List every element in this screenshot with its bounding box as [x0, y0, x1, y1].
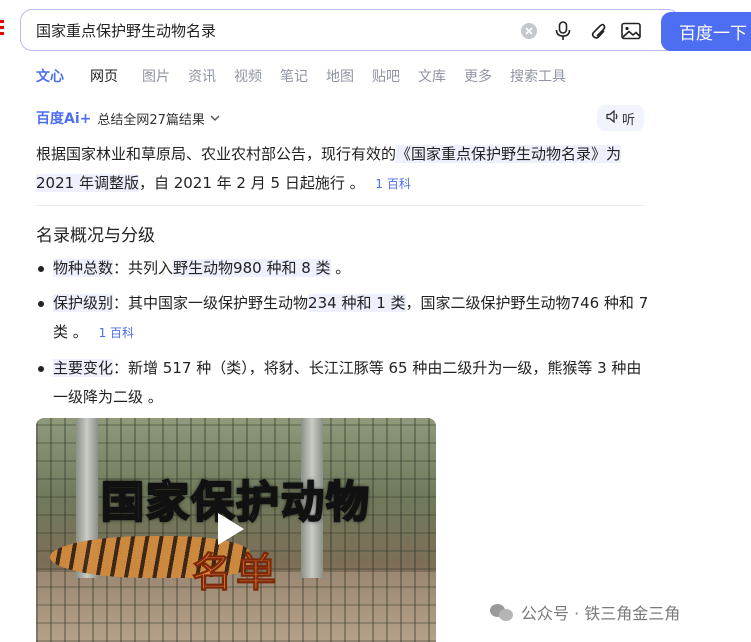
listen-button[interactable]: 听 — [597, 105, 644, 131]
video-thumbnail[interactable]: 国家保护动物 名单 — [36, 418, 436, 642]
divider — [36, 205, 644, 206]
item-key: 物种总数 — [53, 259, 114, 277]
tab-news[interactable]: 资讯 — [188, 66, 216, 88]
attachment-icon[interactable] — [587, 21, 607, 41]
ai-answer-paragraph: 根据国家林业和草原局、农业农村部公告，现行有效的《国家重点保护野生动物名录》为 … — [36, 140, 648, 199]
tab-wenxin[interactable]: 文心 — [36, 66, 64, 88]
baidu-logo-edge[interactable] — [0, 20, 4, 42]
item-key: 主要变化 — [53, 359, 114, 377]
section-title: 名录概况与分级 — [36, 226, 155, 246]
list-item: 保护级别：其中国家一级保护野生动物234 种和 1 类，国家二级保护野生动物74… — [36, 289, 651, 348]
citation-badge[interactable]: 1 百科 — [99, 326, 134, 340]
image-search-icon[interactable] — [621, 21, 641, 41]
tab-notes[interactable]: 笔记 — [280, 66, 308, 88]
search-input[interactable]: 国家重点保护野生动物名录 — [36, 21, 496, 41]
search-button[interactable]: 百度一下 — [661, 12, 751, 51]
microphone-icon[interactable] — [553, 21, 573, 41]
tab-maps[interactable]: 地图 — [326, 66, 354, 88]
video-title-line2: 名单 — [192, 550, 280, 597]
list-item: 物种总数：共列入野生动物980 种和 8 类 。 — [36, 254, 651, 283]
watermark: 公众号 · 铁三角金三角 — [490, 600, 680, 624]
baidu-ai-logo: 百度Ai+ — [36, 111, 92, 127]
tab-wenku[interactable]: 文库 — [418, 66, 446, 88]
tab-web[interactable]: 网页 — [90, 66, 118, 88]
item-key: 保护级别 — [53, 294, 114, 312]
search-tabs: 文心 网页 图片 资讯 视频 笔记 地图 贴吧 文库 更多 搜索工具 — [36, 66, 584, 88]
wechat-icon — [490, 602, 514, 622]
ai-summary-toggle[interactable]: 总结全网27篇结果 — [97, 109, 220, 128]
chevron-down-icon — [210, 112, 220, 125]
tab-tieba[interactable]: 贴吧 — [372, 66, 400, 88]
overview-list: 物种总数：共列入野生动物980 种和 8 类 。 保护级别：其中国家一级保护野生… — [36, 254, 651, 418]
listen-label: 听 — [621, 112, 635, 128]
tab-videos[interactable]: 视频 — [234, 66, 262, 88]
answer-text-end: ，自 2021 年 2 月 5 日起施行 。 — [138, 174, 365, 192]
list-item: 主要变化：新增 517 种（类），将豺、长江江豚等 65 种由二级升为一级，熊猴… — [36, 354, 651, 412]
tab-search-tools[interactable]: 搜索工具 — [510, 66, 566, 88]
ai-header: 百度Ai+ 总结全网27篇结果 — [36, 108, 220, 128]
tab-images[interactable]: 图片 — [142, 66, 170, 88]
watermark-text: 公众号 · 铁三角金三角 — [521, 604, 681, 623]
ai-summary-label: 总结全网27篇结果 — [97, 112, 205, 128]
clear-icon[interactable] — [519, 21, 539, 41]
tab-more[interactable]: 更多 — [464, 66, 492, 88]
play-icon[interactable] — [218, 513, 244, 545]
answer-text: 根据国家林业和草原局、农业农村部公告，现行有效的 — [36, 145, 397, 163]
speaker-icon — [606, 109, 620, 127]
citation-badge[interactable]: 1 百科 — [375, 177, 410, 191]
search-box[interactable]: 国家重点保护野生动物名录 — [20, 9, 680, 51]
